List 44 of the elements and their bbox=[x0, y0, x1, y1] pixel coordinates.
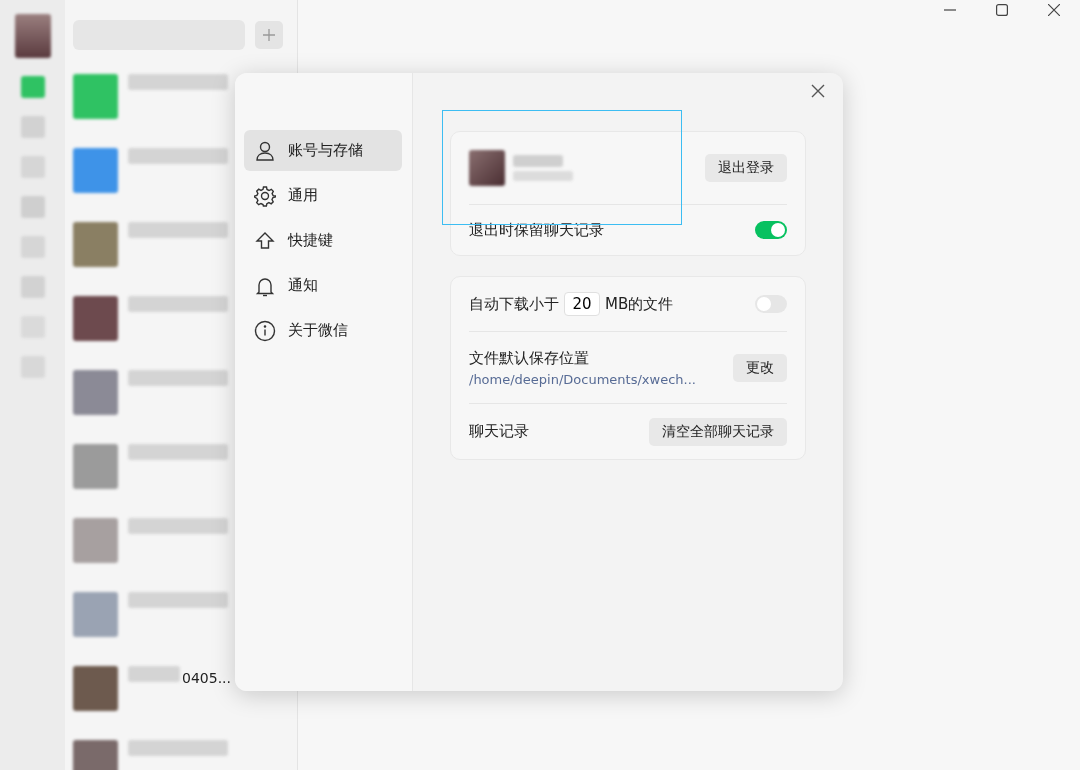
profile-photo[interactable] bbox=[14, 14, 51, 58]
logout-button[interactable]: 退出登录 bbox=[705, 154, 787, 182]
blurred-name bbox=[513, 155, 563, 167]
sidebar-icon[interactable] bbox=[20, 76, 45, 98]
nav-item[interactable]: 快捷键 bbox=[244, 220, 402, 261]
sidebar-icon[interactable] bbox=[20, 116, 45, 138]
toggle-switch[interactable] bbox=[755, 295, 787, 313]
nav-item[interactable]: 账号与存储 bbox=[244, 130, 402, 171]
photo-placeholder bbox=[73, 74, 118, 119]
clear-history-button[interactable]: 清空全部聊天记录 bbox=[649, 417, 787, 446]
photo-placeholder bbox=[73, 518, 118, 563]
folder-path: /home/deepin/Documents/xwech... bbox=[469, 371, 696, 387]
photo-placeholder bbox=[73, 370, 118, 415]
photo-placeholder bbox=[73, 666, 118, 711]
sidebar-icon[interactable] bbox=[20, 276, 45, 298]
person-icon bbox=[254, 139, 276, 162]
add-button[interactable] bbox=[255, 21, 283, 49]
blurred-name bbox=[128, 666, 180, 682]
up-arrow-icon bbox=[254, 229, 276, 252]
setting-label: 文件默认保存位置 bbox=[469, 348, 590, 368]
close-icon bbox=[811, 83, 825, 98]
setting-label: 自动下载小于 bbox=[469, 294, 559, 314]
settings-icon bbox=[254, 184, 276, 207]
plus-icon bbox=[262, 28, 276, 42]
nav-item[interactable]: 通知 bbox=[244, 265, 402, 306]
size-field[interactable]: 20 bbox=[564, 292, 600, 316]
nav-item[interactable]: 通用 bbox=[244, 175, 402, 216]
info-icon bbox=[254, 319, 276, 342]
blurred-id bbox=[513, 171, 573, 181]
photo-placeholder bbox=[73, 296, 118, 341]
toggle-switch[interactable] bbox=[755, 221, 787, 239]
photo-placeholder bbox=[73, 444, 118, 489]
setting-label: MB的文件 bbox=[605, 294, 674, 314]
maximize-icon bbox=[996, 4, 1008, 16]
nav-item[interactable]: 关于微信 bbox=[244, 310, 402, 351]
photo-placeholder bbox=[73, 222, 118, 267]
sidebar-icon[interactable] bbox=[20, 196, 45, 218]
chat-preview: 0405... bbox=[182, 670, 231, 686]
photo-placeholder bbox=[469, 150, 505, 186]
photo-placeholder bbox=[73, 148, 118, 193]
close-icon bbox=[1048, 4, 1060, 16]
photo-placeholder bbox=[73, 592, 118, 637]
change-button[interactable]: 更改 bbox=[733, 353, 787, 382]
setting-label: 聊天记录 bbox=[469, 422, 529, 441]
